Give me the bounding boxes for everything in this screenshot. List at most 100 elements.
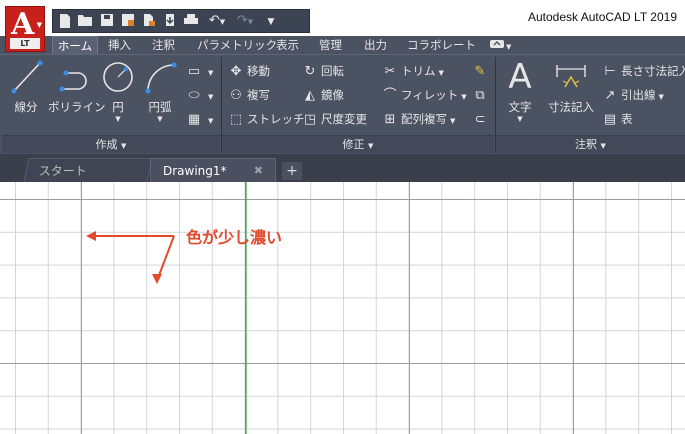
chevron-down-icon: ▼ bbox=[157, 115, 163, 123]
copy-tool[interactable]: ⚇ 複写 bbox=[228, 85, 270, 105]
chevron-down-icon: ▼ bbox=[438, 69, 444, 77]
chevron-down-icon: ▼ bbox=[208, 69, 214, 77]
customize-toolbar-icon[interactable]: ▼ bbox=[263, 13, 279, 29]
new-tab-button[interactable]: + bbox=[282, 162, 302, 180]
open-folder-icon[interactable] bbox=[77, 13, 93, 29]
polyline-tool[interactable]: ポリライン bbox=[48, 59, 106, 115]
chevron-down-icon: ▼ bbox=[208, 117, 214, 125]
stretch-icon: ⬚ bbox=[229, 112, 243, 127]
application-menu-button[interactable]: A ▼ LT bbox=[5, 6, 45, 52]
annotation-arrows bbox=[86, 231, 175, 284]
fillet-label: フィレット bbox=[401, 88, 459, 102]
array-label: 配列複写 bbox=[401, 112, 447, 126]
mirror-label: 鏡像 bbox=[321, 88, 344, 102]
text-label: 文字 bbox=[508, 100, 532, 114]
tab-manage[interactable]: 管理 bbox=[317, 36, 344, 54]
rectangle-tool[interactable]: ▭ ▼ bbox=[186, 61, 214, 81]
new-file-icon[interactable] bbox=[57, 13, 73, 29]
leader-icon: ↗ bbox=[604, 88, 616, 103]
offset-tool[interactable]: ⊂ bbox=[472, 109, 491, 129]
line-label: 線分 bbox=[14, 100, 38, 114]
mirror-icon: ◭ bbox=[305, 88, 315, 103]
rotate-tool[interactable]: ↻ 回転 bbox=[302, 61, 344, 81]
tab-output[interactable]: 出力 bbox=[362, 36, 389, 54]
annotation-text: 色が少し濃い bbox=[186, 228, 283, 247]
share-icon[interactable] bbox=[162, 13, 178, 29]
quick-access-toolbar: ↶▼ ↷▼ ▼ bbox=[52, 9, 310, 33]
plus-icon: + bbox=[286, 163, 298, 179]
explode-tool[interactable]: ⧉ bbox=[472, 85, 491, 105]
dimension-icon bbox=[556, 65, 586, 88]
tab-home[interactable]: ホーム bbox=[52, 36, 98, 54]
arc-label: 円弧 bbox=[148, 100, 172, 114]
tab-annotate[interactable]: 注釈 bbox=[150, 36, 177, 54]
canvas-overlay bbox=[86, 182, 247, 434]
ribbon-minimize-icon[interactable]: ▼ bbox=[488, 36, 513, 54]
draw-panel-title: 作成 bbox=[95, 138, 118, 151]
move-tool[interactable]: ✥ 移動 bbox=[228, 61, 270, 81]
hatch-tool[interactable]: ⬭ ▼ bbox=[186, 85, 213, 105]
chevron-down-icon: ▼ bbox=[517, 115, 523, 123]
linear-dimension-tool[interactable]: ⊢ 長さ寸法記入 bbox=[602, 61, 685, 81]
document-tab-bar: スタート Drawing1* ✖ + bbox=[0, 154, 685, 182]
scale-icon: ◳ bbox=[303, 112, 317, 127]
array-icon: ⊞ bbox=[384, 112, 396, 127]
chevron-down-icon: ▼ bbox=[450, 117, 456, 125]
plot-icon[interactable] bbox=[183, 13, 199, 29]
array-tool[interactable]: ⊞ 配列複写 ▼ bbox=[382, 109, 456, 129]
copy-icon: ⚇ bbox=[230, 88, 242, 103]
linear-dimension-label: 長さ寸法記入 bbox=[621, 64, 685, 78]
fillet-icon: ⌒ bbox=[383, 88, 397, 103]
dimension-tool[interactable]: 寸法記入 bbox=[544, 59, 598, 115]
ellipse-icon: ⬭ bbox=[188, 88, 200, 103]
tab-drawing1[interactable]: Drawing1* ✖ bbox=[150, 158, 276, 182]
save-as-icon[interactable] bbox=[120, 13, 136, 29]
draw-panel-footer[interactable]: 作成 ▼ bbox=[2, 135, 220, 153]
chevron-down-icon: ▼ bbox=[461, 93, 467, 101]
tab-start[interactable]: スタート bbox=[23, 158, 153, 182]
chevron-down-icon: ▼ bbox=[368, 142, 374, 150]
scale-tool[interactable]: ◳ 尺度変更 bbox=[302, 109, 367, 129]
annotation-panel-footer[interactable]: 注釈 ▼ bbox=[496, 135, 685, 153]
close-icon[interactable]: ✖ bbox=[254, 159, 263, 183]
leader-tool[interactable]: ↗ 引出線 ▼ bbox=[602, 85, 664, 105]
line-tool[interactable]: 線分 bbox=[6, 59, 46, 115]
tab-insert[interactable]: 挿入 bbox=[106, 36, 133, 54]
title-bar: A ▼ LT ↶▼ ↷▼ ▼ Autodesk AutoCAD LT 2019 bbox=[0, 0, 685, 52]
save-icon[interactable] bbox=[99, 13, 115, 29]
chevron-down-icon: ▼ bbox=[208, 93, 214, 101]
undo-icon[interactable]: ↶▼ bbox=[205, 13, 229, 29]
move-label: 移動 bbox=[247, 64, 270, 78]
fillet-tool[interactable]: ⌒ フィレット ▼ bbox=[382, 85, 467, 105]
ribbon-panel-area: 線分 ポリライン 円 ▼ 円弧 ▼ ▭ ▼ ⬭ ▼ ▦ ▼ 作成 ▼ ✥ 移動 ⚇ 複写 … bbox=[0, 54, 685, 154]
chevron-down-icon: ▼ bbox=[658, 93, 664, 101]
rotate-icon: ↻ bbox=[304, 64, 316, 79]
redo-icon[interactable]: ↷▼ bbox=[233, 13, 257, 29]
annotation-panel-title: 注釈 bbox=[575, 138, 598, 151]
tab-collaborate[interactable]: コラボレート bbox=[405, 36, 478, 54]
modify-panel-footer[interactable]: 修正 ▼ bbox=[222, 135, 494, 153]
table-tool[interactable]: ▤ 表 bbox=[602, 109, 633, 129]
tab-view[interactable]: 表示 bbox=[274, 36, 301, 54]
scale-label: 尺度変更 bbox=[321, 112, 367, 126]
eraser-icon: ✎ bbox=[474, 64, 486, 79]
circle-tool[interactable]: 円 ▼ bbox=[100, 59, 136, 123]
text-tool[interactable]: A 文字 ▼ bbox=[502, 59, 538, 123]
drawing-canvas[interactable]: 色が少し濃い bbox=[0, 182, 685, 434]
autocad-logo-letter: A bbox=[11, 7, 35, 42]
arc-tool[interactable]: 円弧 ▼ bbox=[140, 59, 180, 123]
tab-parametric[interactable]: パラメトリック bbox=[195, 36, 279, 54]
stretch-tool[interactable]: ⬚ ストレッチ bbox=[228, 109, 305, 129]
trim-tool[interactable]: ✂ トリム ▼ bbox=[382, 61, 444, 81]
chevron-down-icon: ▼ bbox=[115, 115, 121, 123]
boundary-tool[interactable]: ▦ ▼ bbox=[186, 109, 214, 129]
leader-label: 引出線 bbox=[621, 88, 656, 102]
linear-dimension-icon: ⊢ bbox=[604, 64, 616, 79]
explode-icon: ⧉ bbox=[475, 88, 485, 103]
erase-tool[interactable]: ✎ bbox=[472, 61, 491, 81]
mirror-tool[interactable]: ◭ 鏡像 bbox=[302, 85, 344, 105]
window-title: Autodesk AutoCAD LT 2019 bbox=[528, 10, 677, 24]
offset-icon: ⊂ bbox=[474, 112, 486, 127]
export-icon[interactable] bbox=[141, 13, 157, 29]
stretch-label: ストレッチ bbox=[247, 112, 305, 126]
